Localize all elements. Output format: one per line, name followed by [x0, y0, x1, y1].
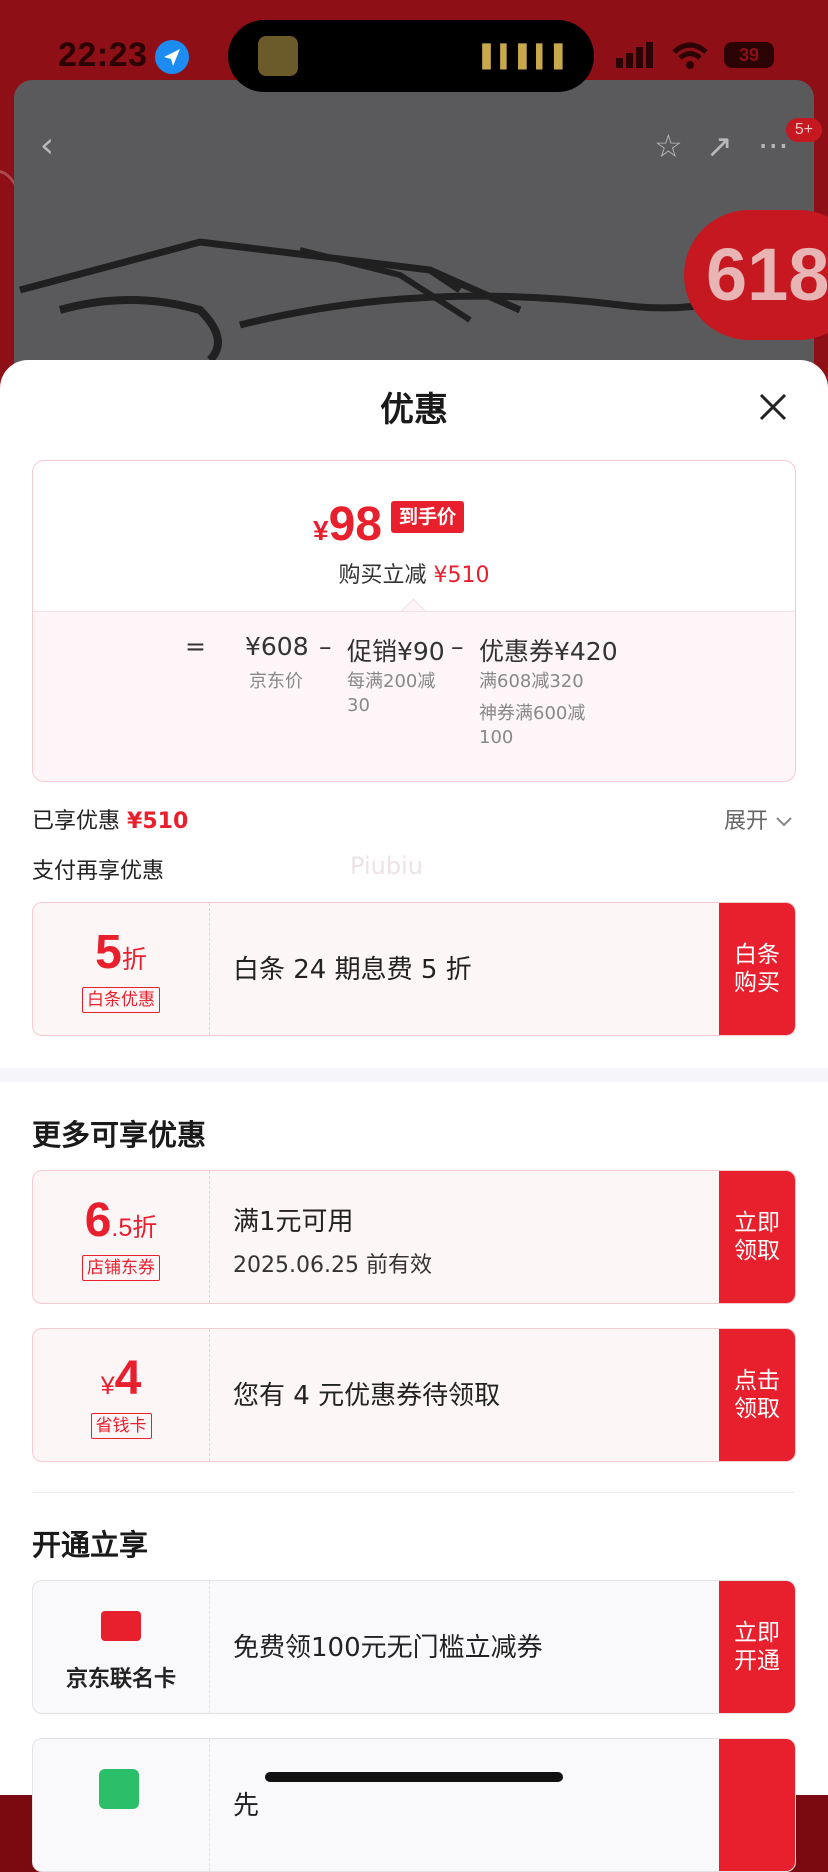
location-arrow-icon [155, 40, 189, 74]
home-indicator[interactable] [265, 1772, 563, 1782]
dynamic-island[interactable]: ▌▍▌▍▌ [228, 20, 594, 92]
saving-card-coupon: ¥4 省钱卡 您有 4 元优惠券待领取 点击领取 [32, 1328, 796, 1462]
saving-card-value: ¥4 [100, 1352, 142, 1405]
saving-card-tag: 省钱卡 [90, 1413, 152, 1439]
baitiao-value: 5折 [95, 926, 147, 979]
watermark: Piubiu [350, 852, 423, 880]
price-breakdown-card: ¥98 到手价 购买立减 ¥510 = ¥608 – 促销¥90 – 优惠券¥4… [32, 460, 796, 782]
final-price: ¥98 [313, 498, 382, 551]
coupon-rule-1: 满608减320 [479, 671, 584, 692]
next-offer-desc: 先 [233, 1791, 260, 1821]
coupon-rule-2: 神券满600减100 [479, 703, 586, 748]
divider [32, 1492, 794, 1493]
claim-saving-card-button[interactable]: 点击领取 [719, 1329, 795, 1461]
promo-rule: 每满200减30 [347, 671, 436, 716]
jd-cobrand-card-offer: 京东联名卡 免费领100元无门槛立减券 立即开通 [32, 1580, 796, 1714]
open-card-button[interactable]: 立即开通 [719, 1581, 795, 1713]
status-time: 22:23 [58, 36, 148, 74]
enjoyed-discount: 已享优惠 ¥510 [32, 809, 189, 834]
wifi-icon [672, 42, 708, 69]
expand-button[interactable]: 展开 [724, 803, 793, 835]
credit-card-icon [101, 1611, 141, 1641]
store-coupon: 6.5折 店铺东券 满1元可用 2025.06.25 前有效 立即领取 [32, 1170, 796, 1304]
coupon-amount: 优惠券¥420 [479, 637, 618, 666]
card-offer-desc: 免费领100元无门槛立减券 [233, 1633, 543, 1663]
next-offer: 先 [32, 1738, 796, 1872]
star-icon[interactable]: ☆ [654, 126, 683, 166]
shopping-bag-icon [99, 1769, 139, 1809]
minus-sign: – [319, 632, 332, 661]
discount-bottom-sheet: 优惠 ¥98 到手价 购买立减 ¥510 = ¥608 – 促销¥90 – 优惠… [0, 360, 828, 1872]
jd-price: ¥608 [245, 632, 309, 661]
open-to-enjoy-title: 开通立享 [32, 1528, 149, 1562]
message-count-badge: 5+ [786, 118, 822, 142]
top-right-actions: ☆ ↗ ··· [640, 120, 808, 174]
minus-sign: – [451, 632, 464, 661]
jd-price-label: 京东价 [249, 671, 303, 692]
pay-more-title: 支付再享优惠 [32, 859, 165, 884]
baitiao-coupon: 5折 白条优惠 白条 24 期息费 5 折 白条购买 [32, 902, 796, 1036]
saving-card-desc: 您有 4 元优惠券待领取 [233, 1381, 501, 1411]
sheet-title: 优惠 [380, 390, 448, 430]
store-coupon-value: 6.5折 [84, 1194, 158, 1247]
claim-store-coupon-button[interactable]: 立即领取 [719, 1171, 795, 1303]
status-indicators: 39 [614, 40, 784, 70]
share-icon[interactable]: ↗ [706, 126, 733, 166]
instant-reduce: 购买立减 ¥510 [338, 563, 490, 588]
cellular-signal-icon [616, 42, 653, 68]
now-playing-thumbnail [258, 36, 298, 76]
battery-icon: 39 [724, 42, 774, 68]
store-coupon-tag: 店铺东券 [82, 1255, 160, 1281]
price-formula: = ¥608 – 促销¥90 – 优惠券¥420 京东价 每满200减30 满6… [33, 611, 795, 781]
close-icon[interactable] [756, 390, 790, 424]
more-discounts-title: 更多可享优惠 [32, 1118, 207, 1152]
next-offer-button[interactable] [719, 1739, 795, 1871]
baitiao-buy-button[interactable]: 白条购买 [719, 903, 795, 1035]
more-icon[interactable]: ··· [758, 126, 789, 166]
equals-sign: = [185, 632, 206, 661]
baitiao-desc: 白条 24 期息费 5 折 [233, 955, 472, 985]
store-coupon-expiry: 2025.06.25 前有效 [233, 1253, 432, 1278]
promo-amount: 促销¥90 [347, 637, 445, 666]
section-separator [0, 1068, 828, 1082]
chevron-down-icon [776, 817, 792, 827]
audio-waveform-icon: ▌▍▌▍▌ [482, 45, 572, 70]
promo-618-badge: 618 [684, 210, 828, 340]
final-price-tag: 到手价 [391, 501, 465, 533]
store-coupon-condition: 满1元可用 [233, 1207, 354, 1237]
card-name: 京东联名卡 [65, 1667, 176, 1692]
baitiao-tag: 白条优惠 [82, 987, 160, 1013]
back-button[interactable]: ‹ [20, 120, 74, 174]
